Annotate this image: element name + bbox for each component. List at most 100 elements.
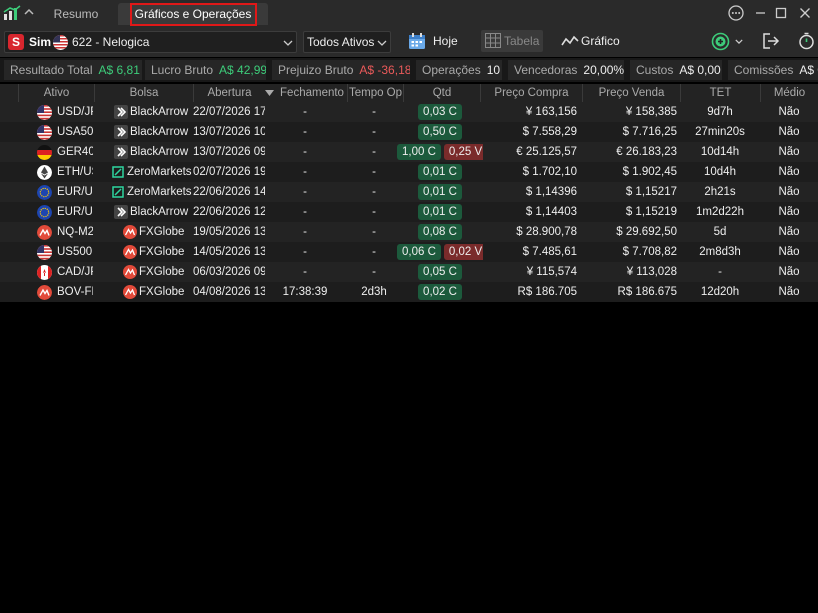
assets-filter-label: Todos Ativos — [307, 35, 375, 49]
col-preco-venda[interactable]: Preço Venda — [582, 84, 680, 102]
qty-buy-badge: 0,01 C — [418, 164, 462, 180]
us-flag-icon — [53, 35, 68, 50]
stat-resultado-total: Resultado Total A$ 6,81 — [4, 60, 142, 80]
account-selector[interactable]: S Sim 622 - Nelogica — [4, 31, 297, 53]
col-abertura[interactable]: Abertura — [193, 84, 265, 102]
qty-buy-badge: 0,06 C — [397, 244, 441, 260]
cell-bolsa: FXGlobe — [139, 246, 185, 258]
account-name: 622 - Nelogica — [72, 35, 150, 49]
cell-bolsa: BlackArrow — [130, 206, 189, 218]
cell-medio: Não — [778, 246, 800, 258]
cell-ativo: NQ-M26 — [57, 226, 93, 238]
cell-tet: 1m2d22h — [696, 206, 744, 218]
fxg-asset-icon — [37, 285, 52, 300]
table-row[interactable]: USA500 BlackArrow 13/07/2026 10 - - $ 7.558,2… — [0, 122, 818, 142]
cell-tet: 27min20s — [695, 126, 745, 138]
col-qtd[interactable]: Qtd — [403, 84, 480, 102]
cell-ativo: EUR/US — [57, 206, 93, 218]
chevron-up-icon[interactable] — [23, 6, 35, 18]
cell-fechamento: - — [303, 106, 307, 118]
col-tempo-op[interactable]: Tempo Op — [347, 84, 403, 102]
cell-tet: 2m8d3h — [699, 246, 741, 258]
cell-tet: 5d — [713, 226, 727, 238]
cell-tempo: - — [372, 206, 376, 218]
zeromarkets-broker-icon — [111, 165, 125, 179]
add-circle-icon[interactable] — [711, 32, 730, 51]
cell-fechamento: - — [303, 186, 307, 198]
cell-fechamento: - — [303, 226, 307, 238]
maximize-icon[interactable] — [772, 4, 790, 22]
cell-preco-compra: $ 1,14403 — [525, 206, 577, 218]
table-row[interactable]: EUR/US BlackArrow 22/06/2026 12 - - $ 1,14403… — [0, 202, 818, 222]
col-tet[interactable]: TET — [680, 84, 760, 102]
cell-ativo: EUR/US — [57, 186, 93, 198]
col-medio[interactable]: Médio — [760, 84, 818, 102]
chevron-down-icon[interactable] — [735, 39, 743, 44]
table-row[interactable]: EUR/US ZeroMarkets22/06/2026 14 - - $ 1,1439… — [0, 182, 818, 202]
table-row[interactable]: NQ-M26 FXGlobe 19/05/2026 13 - - $ 28.900,78 $… — [0, 222, 818, 242]
stats-bar: Resultado Total A$ 6,81 Lucro Bruto A$ 42,… — [0, 58, 818, 82]
more-options-icon[interactable] — [727, 4, 745, 22]
col-bolsa[interactable]: Bolsa — [94, 84, 193, 102]
cell-fechamento: - — [303, 146, 307, 158]
view-table-button[interactable]: Tabela — [481, 30, 543, 52]
qty-buy-badge: 0,08 C — [418, 224, 462, 240]
cell-preco-compra: € 25.125,57 — [516, 146, 577, 158]
export-icon[interactable] — [762, 32, 780, 50]
fxglobe-broker-icon — [123, 245, 137, 259]
close-icon[interactable] — [796, 4, 814, 22]
cell-qtd: 0,02 C — [397, 282, 483, 302]
tab-graficos-operacoes[interactable]: Gráficos e Operações — [118, 3, 268, 26]
chevron-down-icon — [377, 40, 387, 46]
table-row[interactable]: USD/JP BlackArrow 22/07/2026 17 - - ¥ 163,156… — [0, 102, 818, 122]
cell-preco-venda: R$ 186.675 — [617, 286, 677, 298]
cell-fechamento: - — [303, 206, 307, 218]
qty-buy-badge: 0,01 C — [418, 184, 462, 200]
cell-abertura: 14/05/2026 13 — [193, 246, 265, 258]
cell-preco-compra: R$ 186.705 — [517, 286, 577, 298]
cell-tet: 10d14h — [700, 146, 740, 158]
cell-tempo: - — [372, 186, 376, 198]
table-row[interactable]: BOV-FE FXGlobe 04/08/2026 13 17:38:39 2d3h R$… — [0, 282, 818, 302]
timer-icon[interactable] — [798, 32, 815, 50]
col-preco-compra[interactable]: Preço Compra — [480, 84, 582, 102]
view-table-label: Tabela — [504, 34, 540, 48]
cell-qtd: 0,05 C — [397, 262, 483, 282]
stat-prejuizo-bruto: Prejuizo Bruto A$ -36,18 — [272, 60, 410, 80]
cell-abertura: 22/07/2026 17 — [193, 106, 265, 118]
minimize-icon[interactable] — [752, 4, 770, 22]
sort-down-icon[interactable] — [265, 90, 274, 96]
cell-bolsa: ZeroMarkets — [127, 186, 192, 198]
cell-preco-compra: $ 7.558,29 — [522, 126, 577, 138]
cell-ativo: CAD/JP — [57, 266, 93, 278]
cell-abertura: 13/07/2026 10 — [193, 126, 265, 138]
table-row[interactable]: US500M FXGlobe 14/05/2026 13 - - $ 7.485,61 $ … — [0, 242, 818, 262]
tab-resumo[interactable]: Resumo — [45, 3, 107, 25]
blackarrow-broker-icon — [114, 105, 128, 119]
cell-fechamento: - — [303, 266, 307, 278]
cell-preco-compra: $ 28.900,78 — [516, 226, 577, 238]
cell-qtd: 0,03 C — [397, 102, 483, 122]
table-row[interactable]: GER40 BlackArrow 13/07/2026 09 - - € 25.125,5… — [0, 142, 818, 162]
col-fechamento[interactable]: Fechamento — [277, 84, 347, 102]
cell-qtd: 0,01 C — [397, 202, 483, 222]
view-chart-button[interactable]: Gráfico — [561, 31, 625, 53]
col-ativo[interactable]: Ativo — [18, 84, 94, 102]
table-row[interactable]: ETH/US ZeroMarkets02/07/2026 19 - - $ 1.702,… — [0, 162, 818, 182]
date-filter-button[interactable]: Hoje — [408, 31, 468, 53]
assets-filter-dropdown[interactable]: Todos Ativos — [303, 31, 391, 53]
cell-preco-compra: ¥ 163,156 — [525, 106, 577, 118]
cell-tet: 9d7h — [707, 106, 733, 118]
qty-sell-badge: 0,02 V — [443, 244, 483, 260]
us-asset-icon — [37, 245, 52, 260]
cell-tempo: - — [372, 106, 376, 118]
cell-preco-compra: $ 1,14396 — [525, 186, 577, 198]
us-asset-icon — [37, 125, 52, 140]
tab-resumo-label: Resumo — [53, 7, 99, 21]
table-row[interactable]: CAD/JP FXGlobe 06/03/2026 09 - - ¥ 115,574 ¥ 1… — [0, 262, 818, 282]
cell-fechamento: - — [303, 166, 307, 178]
cell-abertura: 22/06/2026 14 — [193, 186, 265, 198]
ca-asset-icon — [37, 265, 52, 280]
cell-preco-venda: $ 7.716,25 — [622, 126, 677, 138]
cell-bolsa: ZeroMarkets — [127, 166, 192, 178]
